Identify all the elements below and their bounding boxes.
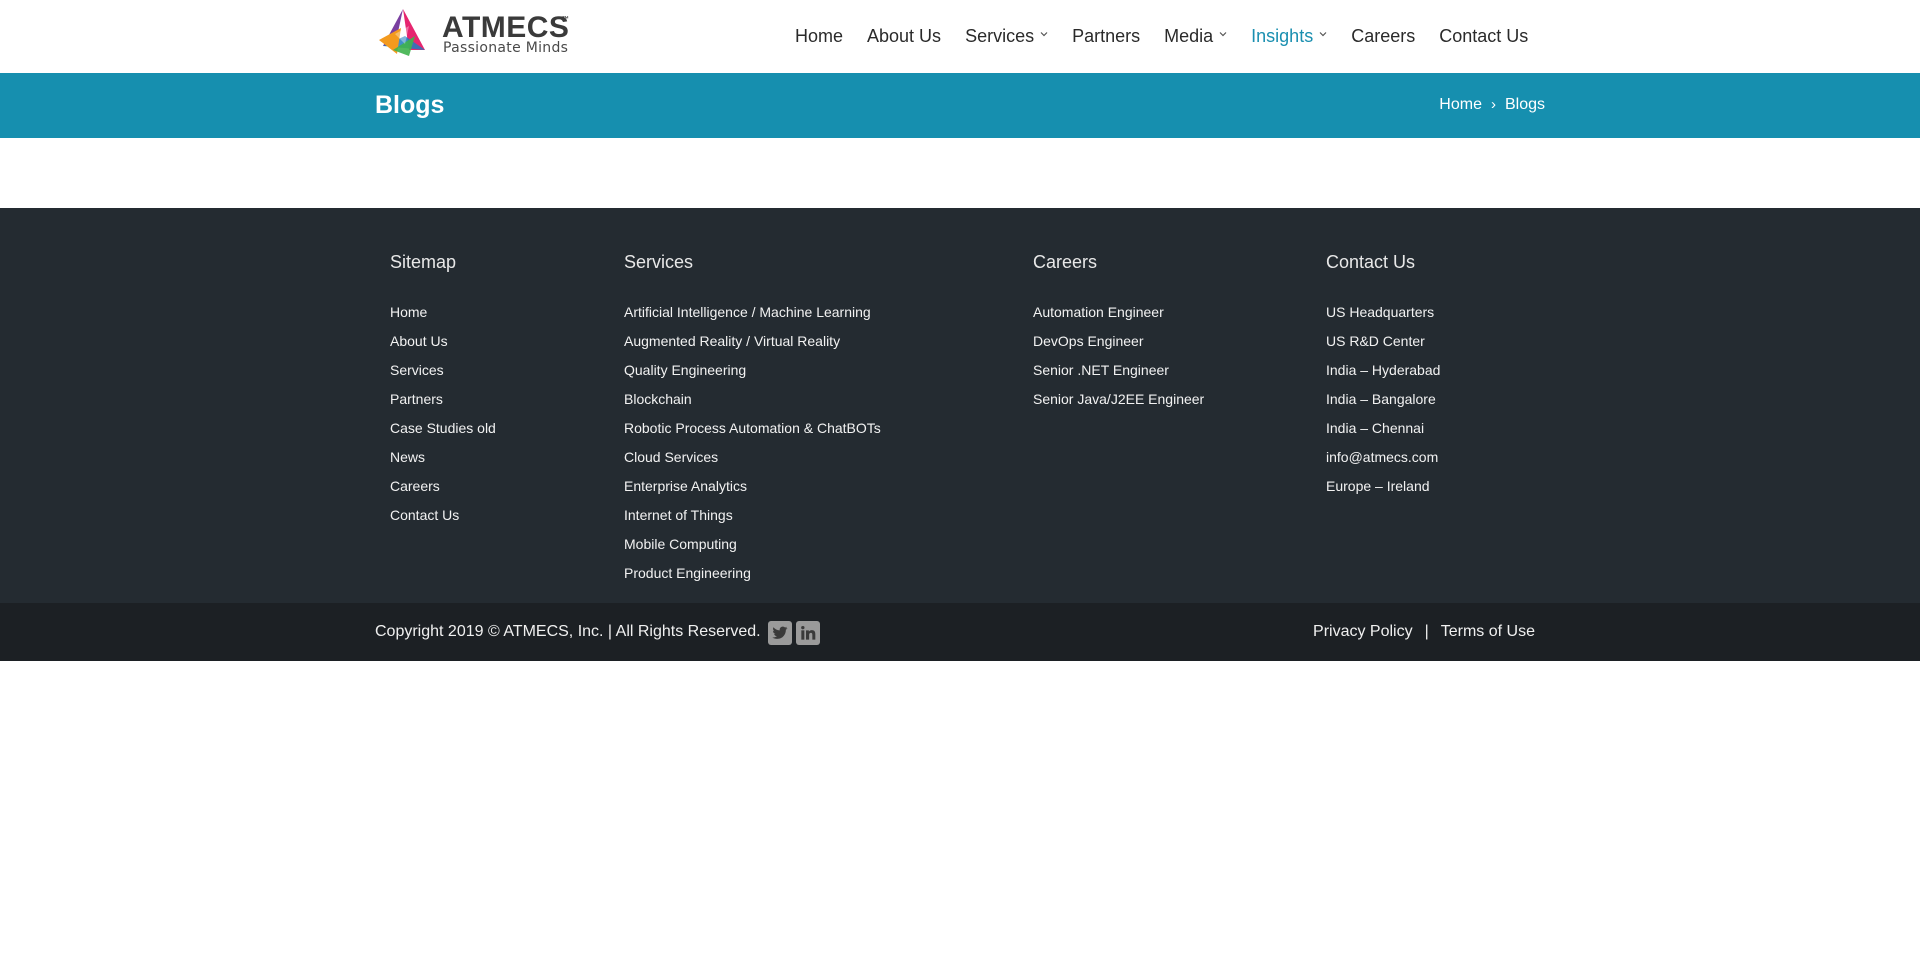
nav-item-label: About Us bbox=[867, 26, 942, 46]
footer-link-partners[interactable]: Partners bbox=[390, 391, 443, 407]
footer-link-product-engineering[interactable]: Product Engineering bbox=[624, 565, 751, 581]
footer-link-home[interactable]: Home bbox=[390, 304, 427, 320]
footer-link-contact-us[interactable]: Contact Us bbox=[390, 507, 459, 523]
footer-link-europe-ireland[interactable]: Europe – Ireland bbox=[1326, 478, 1430, 494]
footer-link-careers[interactable]: Careers bbox=[390, 478, 440, 494]
nav-item-media[interactable]: Media bbox=[1164, 26, 1227, 47]
nav-item-contact-us[interactable]: Contact Us bbox=[1439, 26, 1528, 47]
footer-link-india-chennai[interactable]: India – Chennai bbox=[1326, 420, 1424, 436]
nav-item-services[interactable]: Services bbox=[965, 26, 1048, 47]
footer-link-case-studies[interactable]: Case Studies old bbox=[390, 420, 496, 436]
nav-item-about-us[interactable]: About Us bbox=[867, 26, 941, 47]
atmecs-logo[interactable]: ATMECS ™ Passionate Minds bbox=[375, 6, 575, 58]
footer-column-heading: Services bbox=[624, 252, 694, 272]
footer-link-java-engineer[interactable]: Senior Java/J2EE Engineer bbox=[1033, 391, 1204, 407]
footer-link-list: Artificial Intelligence / Machine Learni… bbox=[624, 298, 881, 588]
main-nav: Home About Us Services Partners Media In… bbox=[795, 0, 1528, 73]
chevron-down-icon bbox=[1319, 31, 1327, 36]
footer-link-email[interactable]: info@atmecs.com bbox=[1326, 449, 1438, 465]
site-footer: Sitemap Home About Us Services Partners … bbox=[0, 208, 1920, 603]
footer-services-column: Services Artificial Intelligence / Machi… bbox=[624, 244, 881, 588]
footer-bottom-bar: Copyright 2019 © ATMECS, Inc. | All Righ… bbox=[0, 603, 1920, 661]
breadcrumb: Home › Blogs bbox=[1439, 96, 1545, 114]
footer-link-list: Automation Engineer DevOps Engineer Seni… bbox=[1033, 298, 1204, 414]
footer-link-india-hyderabad[interactable]: India – Hyderabad bbox=[1326, 362, 1440, 378]
footer-link-blockchain[interactable]: Blockchain bbox=[624, 391, 692, 407]
footer-contact-column: Contact Us US Headquarters US R&D Center… bbox=[1326, 244, 1440, 501]
breadcrumb-separator: › bbox=[1490, 96, 1496, 113]
nav-item-label: Contact Us bbox=[1439, 26, 1529, 46]
footer-link-ai-ml[interactable]: Artificial Intelligence / Machine Learni… bbox=[624, 304, 871, 320]
footer-column-heading: Careers bbox=[1033, 252, 1098, 272]
logo-tagline: Passionate Minds bbox=[443, 40, 569, 56]
linkedin-icon[interactable] bbox=[796, 621, 820, 645]
page-title: Blogs bbox=[375, 91, 445, 119]
copyright-text: Copyright 2019 © ATMECS, Inc. | All Righ… bbox=[375, 623, 761, 640]
nav-item-label: Partners bbox=[1072, 26, 1141, 46]
footer-link-about-us[interactable]: About Us bbox=[390, 333, 448, 349]
nav-item-label: Services bbox=[965, 26, 1035, 46]
nav-item-label: Insights bbox=[1251, 26, 1314, 46]
footer-careers-column: Careers Automation Engineer DevOps Engin… bbox=[1033, 244, 1204, 414]
nav-item-careers[interactable]: Careers bbox=[1351, 26, 1415, 47]
nav-item-label: Media bbox=[1164, 26, 1214, 46]
chevron-down-icon bbox=[1040, 31, 1048, 36]
content-area bbox=[0, 138, 1920, 208]
footer-link-dotnet-engineer[interactable]: Senior .NET Engineer bbox=[1033, 362, 1169, 378]
footer-link-automation-engineer[interactable]: Automation Engineer bbox=[1033, 304, 1164, 320]
logo-trademark: ™ bbox=[562, 16, 569, 23]
footer-link-quality-engineering[interactable]: Quality Engineering bbox=[624, 362, 746, 378]
nav-item-partners[interactable]: Partners bbox=[1072, 26, 1140, 47]
logo-wordmark: ATMECS bbox=[442, 11, 570, 44]
atmecs-logo-icon bbox=[379, 9, 425, 56]
footer-link-mobile-computing[interactable]: Mobile Computing bbox=[624, 536, 737, 552]
footer-link-iot[interactable]: Internet of Things bbox=[624, 507, 733, 523]
footer-link-us-rd-center[interactable]: US R&D Center bbox=[1326, 333, 1425, 349]
terms-of-use-link[interactable]: Terms of Use bbox=[1441, 623, 1535, 641]
footer-column-heading: Sitemap bbox=[390, 252, 457, 272]
footer-link-devops-engineer[interactable]: DevOps Engineer bbox=[1033, 333, 1144, 349]
nav-item-label: Home bbox=[795, 26, 844, 46]
footer-link-ar-vr[interactable]: Augmented Reality / Virtual Reality bbox=[624, 333, 840, 349]
footer-link-list: US Headquarters US R&D Center India – Hy… bbox=[1326, 298, 1440, 501]
nav-item-label: Careers bbox=[1351, 26, 1416, 46]
legal-links: Privacy Policy | Terms of Use bbox=[1313, 623, 1535, 641]
breadcrumb-current: Blogs bbox=[1504, 96, 1545, 113]
breadcrumb-home-link[interactable]: Home bbox=[1439, 96, 1482, 114]
twitter-bird-icon bbox=[772, 626, 788, 639]
footer-link-news[interactable]: News bbox=[390, 449, 425, 465]
site-header: ATMECS ™ Passionate Minds Home About Us … bbox=[0, 0, 1920, 73]
footer-column-heading: Contact Us bbox=[1326, 252, 1416, 272]
nav-item-home[interactable]: Home bbox=[795, 26, 843, 47]
footer-link-enterprise-analytics[interactable]: Enterprise Analytics bbox=[624, 478, 747, 494]
privacy-policy-link[interactable]: Privacy Policy bbox=[1313, 623, 1413, 641]
linkedin-in-icon bbox=[801, 626, 816, 640]
footer-link-services[interactable]: Services bbox=[390, 362, 444, 378]
footer-sitemap-column: Sitemap Home About Us Services Partners … bbox=[390, 244, 496, 530]
legal-separator: | bbox=[1424, 623, 1429, 640]
footer-link-list: Home About Us Services Partners Case Stu… bbox=[390, 298, 496, 530]
footer-link-us-headquarters[interactable]: US Headquarters bbox=[1326, 304, 1434, 320]
footer-link-rpa-chatbots[interactable]: Robotic Process Automation & ChatBOTs bbox=[624, 420, 881, 436]
footer-link-cloud-services[interactable]: Cloud Services bbox=[624, 449, 718, 465]
twitter-icon[interactable] bbox=[768, 621, 792, 645]
chevron-down-icon bbox=[1219, 31, 1227, 36]
social-links bbox=[768, 621, 824, 645]
footer-link-india-bangalore[interactable]: India – Bangalore bbox=[1326, 391, 1436, 407]
nav-item-insights[interactable]: Insights bbox=[1251, 26, 1327, 47]
page-title-bar: Blogs Home › Blogs bbox=[0, 73, 1920, 138]
